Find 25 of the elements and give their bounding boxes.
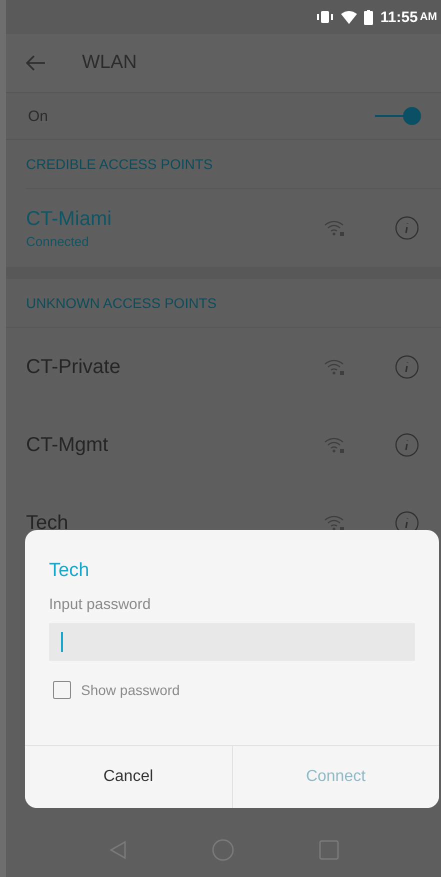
dialog-title: Tech [49,560,90,582]
back-icon[interactable] [108,840,128,860]
back-arrow-icon[interactable] [26,55,46,71]
wifi-lock-icon [323,436,347,454]
show-password-checkbox[interactable] [53,681,71,699]
clock-ampm: AM [420,11,437,23]
vibrate-icon [316,10,334,24]
wifi-lock-icon [323,358,347,376]
section-header: CREDIBLE ACCESS POINTS [26,156,213,172]
show-password-label[interactable]: Show password [81,682,180,698]
network-name[interactable]: CT-Mgmt [26,434,323,456]
wifi-icon [341,10,358,24]
battery-icon [364,10,374,24]
network-status: Connected [26,234,90,248]
home-icon[interactable] [212,839,234,861]
recents-icon[interactable] [318,840,339,860]
network-name[interactable]: CT-Private [26,356,323,378]
clock-time: 11:55 [380,8,418,26]
wifi-lock-icon [323,514,347,532]
password-field[interactable] [49,623,415,661]
field-label: Input password [49,596,151,613]
section-header: UNKNOWN ACCESS POINTS [26,295,217,311]
network-name[interactable]: CT-Miami [26,208,323,230]
wlan-switch[interactable] [375,106,419,126]
wifi-lock-icon [323,219,347,237]
